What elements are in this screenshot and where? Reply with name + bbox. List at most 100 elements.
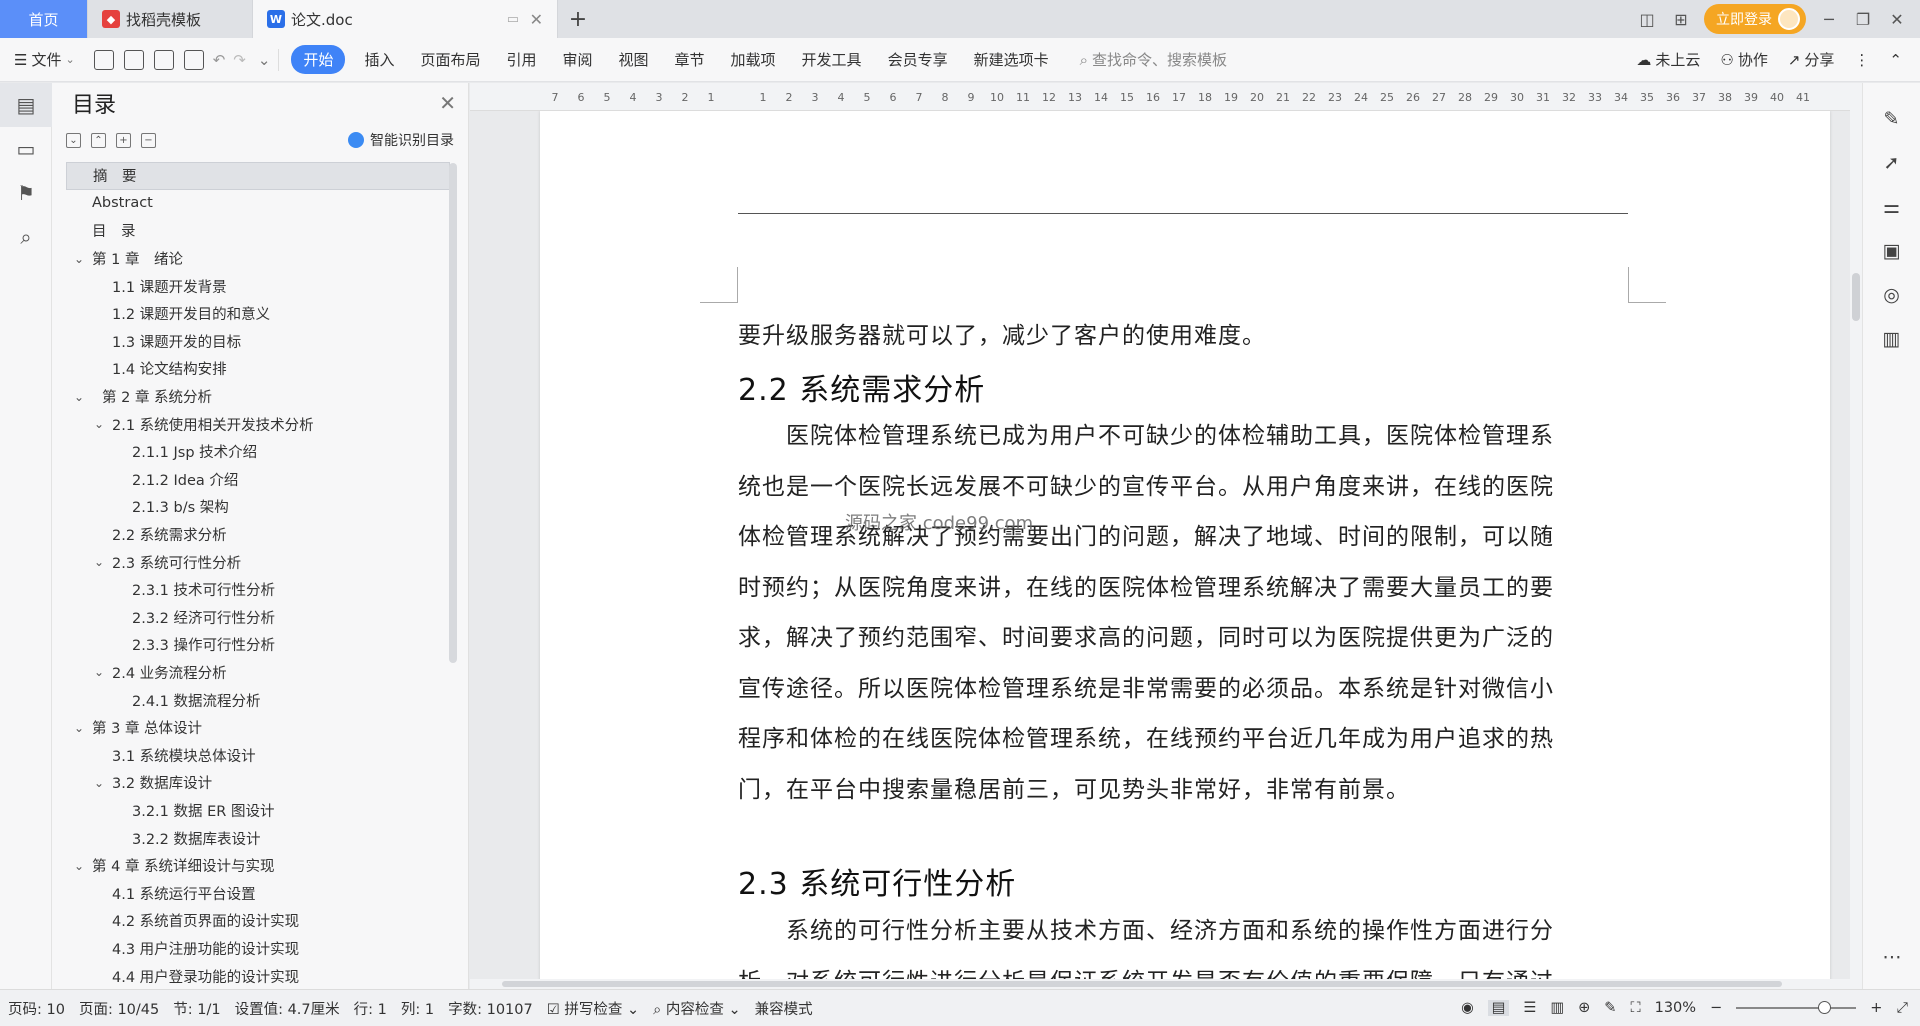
toc-item[interactable]: 1.1 课题开发背景 bbox=[66, 272, 450, 300]
menu-item[interactable]: 插入 bbox=[351, 49, 407, 70]
toc-item[interactable]: 摘 要 bbox=[66, 162, 450, 190]
toc-item[interactable]: 2.3.2 经济可行性分析 bbox=[66, 604, 450, 632]
toc-item[interactable]: ⌄ 第 2 章 系统分析 bbox=[66, 383, 450, 411]
menu-item[interactable]: 加载项 bbox=[718, 49, 789, 70]
toc-item[interactable]: 4.4 用户登录功能的设计实现 bbox=[66, 962, 450, 990]
toc-item[interactable]: 3.2.1 数据 ER 图设计 bbox=[66, 797, 450, 825]
print-preview-icon[interactable] bbox=[183, 49, 204, 70]
close-icon[interactable]: ✕ bbox=[439, 91, 456, 115]
toc-item[interactable]: 2.1.3 b/s 架构 bbox=[66, 493, 450, 521]
status-section[interactable]: 节: 1/1 bbox=[173, 998, 220, 1019]
toc-panel-icon[interactable]: ▤ bbox=[0, 83, 52, 127]
toc-item[interactable]: 2.4.1 数据流程分析 bbox=[66, 686, 450, 714]
toc-item[interactable]: 目 录 bbox=[66, 217, 450, 245]
toc-item[interactable]: ⌄ 第 4 章 系统详细设计与实现 bbox=[66, 852, 450, 880]
chevron-down-icon[interactable]: ⌄ bbox=[92, 417, 106, 431]
zoom-in-icon[interactable]: + bbox=[1870, 1000, 1882, 1016]
collab-button[interactable]: ⚇ 协作 bbox=[1720, 49, 1767, 70]
share-button[interactable]: ↗ 分享 bbox=[1788, 49, 1835, 70]
toc-item[interactable]: 4.1 系统运行平台设置 bbox=[66, 879, 450, 907]
toc-item[interactable]: 4.2 系统首页界面的设计实现 bbox=[66, 907, 450, 935]
pen-icon[interactable]: ✎ bbox=[1863, 97, 1920, 141]
vertical-scrollbar[interactable] bbox=[1850, 83, 1862, 989]
toc-item[interactable]: 1.2 课题开发目的和意义 bbox=[66, 300, 450, 328]
menu-item[interactable]: 会员专享 bbox=[875, 49, 961, 70]
zoom-slider[interactable] bbox=[1736, 1001, 1857, 1014]
more-horiz-icon[interactable]: ⋯ bbox=[1863, 935, 1920, 979]
outline-view-icon[interactable]: ☰ bbox=[1523, 1000, 1536, 1016]
export-pdf-icon[interactable] bbox=[123, 49, 144, 70]
minimize-icon[interactable]: ─ bbox=[1818, 10, 1840, 29]
menu-item[interactable]: 开始 bbox=[291, 45, 346, 74]
toc-item[interactable]: 3.1 系统模块总体设计 bbox=[66, 741, 450, 769]
login-button[interactable]: 立即登录 bbox=[1704, 4, 1806, 34]
zoom-value[interactable]: 130% bbox=[1655, 1000, 1696, 1016]
status-row[interactable]: 行: 1 bbox=[354, 998, 387, 1019]
web-view-icon[interactable]: ⊕ bbox=[1578, 1000, 1590, 1016]
menu-item[interactable]: 开发工具 bbox=[789, 49, 875, 70]
toc-item[interactable]: ⌄ 2.3 系统可行性分析 bbox=[66, 548, 450, 576]
toc-item[interactable]: 1.3 课题开发的目标 bbox=[66, 328, 450, 356]
select-pointer-icon[interactable]: ➚ bbox=[1863, 141, 1920, 185]
menu-item[interactable]: 章节 bbox=[662, 49, 718, 70]
add-entry-icon[interactable]: + bbox=[116, 132, 131, 148]
toc-item[interactable]: 2.1.2 Idea 介绍 bbox=[66, 466, 450, 494]
location-icon[interactable]: ◎ bbox=[1863, 273, 1920, 317]
eye-protect-icon[interactable]: ◉ bbox=[1461, 1000, 1474, 1016]
status-words[interactable]: 字数: 10107 bbox=[448, 998, 533, 1019]
spell-check-button[interactable]: ☑ 拼写检查 ⌄ bbox=[547, 998, 639, 1019]
zoom-out-icon[interactable]: − bbox=[1710, 1000, 1722, 1016]
close-window-icon[interactable]: ✕ bbox=[1886, 10, 1908, 29]
remove-entry-icon[interactable]: − bbox=[141, 132, 156, 148]
chevron-down-icon[interactable]: ⌄ bbox=[92, 555, 106, 569]
tab-document[interactable]: W 论文.doc ▭ ✕ bbox=[253, 0, 558, 38]
chevron-down-icon[interactable]: ⌄ bbox=[72, 859, 86, 873]
scroll-thumb[interactable] bbox=[1852, 273, 1860, 321]
status-col[interactable]: 列: 1 bbox=[401, 998, 434, 1019]
monitor-icon[interactable]: ▭ bbox=[507, 12, 519, 27]
toc-item[interactable]: 1.4 论文结构安排 bbox=[66, 355, 450, 383]
toc-item[interactable]: ⌄ 2.4 业务流程分析 bbox=[66, 659, 450, 687]
chevron-down-icon[interactable]: ⌄ bbox=[72, 252, 86, 266]
cloud-status-button[interactable]: ☁ 未上云 bbox=[1636, 49, 1700, 70]
menu-item[interactable]: 引用 bbox=[493, 49, 549, 70]
grid-apps-icon[interactable]: ⊞ bbox=[1670, 10, 1692, 29]
chevron-down-icon[interactable]: ⌄ bbox=[72, 390, 86, 404]
restore-icon[interactable]: ❐ bbox=[1852, 10, 1874, 29]
file-menu[interactable]: ☰ 文件 ⌄ bbox=[14, 49, 75, 70]
page-view-icon[interactable]: ▤ bbox=[1487, 1000, 1510, 1016]
menu-item[interactable]: 新建选项卡 bbox=[961, 49, 1062, 70]
menu-item[interactable]: 页面布局 bbox=[407, 49, 493, 70]
scroll-thumb[interactable] bbox=[502, 981, 1782, 987]
menu-item[interactable]: 审阅 bbox=[549, 49, 605, 70]
layout-icon[interactable]: ◫ bbox=[1636, 10, 1658, 29]
toc-item[interactable]: 2.1.1 Jsp 技术介绍 bbox=[66, 438, 450, 466]
read-view-icon[interactable]: ▥ bbox=[1550, 1000, 1564, 1016]
toc-item[interactable]: Abstract bbox=[66, 190, 450, 218]
book-icon[interactable]: ▥ bbox=[1863, 317, 1920, 361]
print-icon[interactable] bbox=[153, 49, 174, 70]
toc-item[interactable]: 2.3.3 操作可行性分析 bbox=[66, 631, 450, 659]
toc-scrollbar[interactable] bbox=[449, 163, 457, 663]
more-vert-icon[interactable]: ⋮ bbox=[1854, 51, 1869, 69]
menu-item[interactable]: 视图 bbox=[606, 49, 662, 70]
toc-item[interactable]: ⌄ 3.2 数据库设计 bbox=[66, 769, 450, 797]
toc-item[interactable]: 3.2.2 数据库表设计 bbox=[66, 824, 450, 852]
status-page[interactable]: 页面: 10/45 bbox=[79, 998, 159, 1019]
undo-icon[interactable]: ↶ bbox=[213, 51, 226, 69]
toc-item[interactable]: 4.3 用户注册功能的设计实现 bbox=[66, 935, 450, 963]
smart-toc-button[interactable]: 智能识别目录 bbox=[348, 130, 454, 150]
chevron-down-icon[interactable]: ⌄ bbox=[92, 776, 106, 790]
status-setting[interactable]: 设置值: 4.7厘米 bbox=[235, 998, 340, 1019]
redo-icon[interactable]: ↷ bbox=[233, 51, 246, 69]
tab-templates[interactable]: ◆ 找稻壳模板 bbox=[88, 0, 253, 38]
more-quick-icon[interactable]: ⌄ bbox=[258, 51, 271, 69]
toc-item[interactable]: ⌄ 2.1 系统使用相关开发技术分析 bbox=[66, 410, 450, 438]
search-panel-icon[interactable]: ⌕ bbox=[0, 215, 52, 259]
write-view-icon[interactable]: ✎ bbox=[1604, 1000, 1616, 1016]
fullscreen-icon[interactable]: ⤢ bbox=[1896, 1000, 1908, 1016]
toc-item[interactable]: 2.3.1 技术可行性分析 bbox=[66, 576, 450, 604]
chevron-down-icon[interactable]: ⌄ bbox=[72, 721, 86, 735]
close-tab-icon[interactable]: ✕ bbox=[530, 10, 543, 29]
status-page-code[interactable]: 页码: 10 bbox=[8, 998, 65, 1019]
